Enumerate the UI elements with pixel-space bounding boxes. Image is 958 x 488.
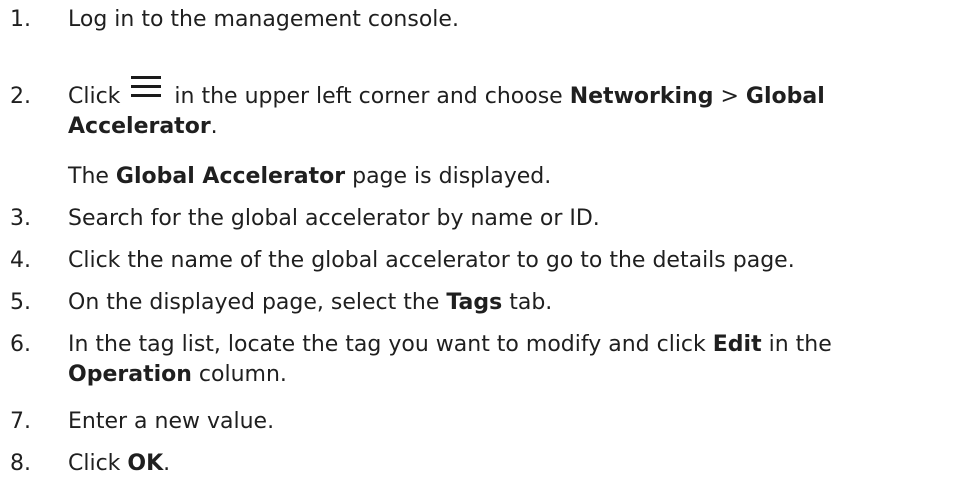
step-text: On the displayed page, select the Tags t…: [68, 290, 553, 315]
step-number: 6.: [10, 332, 31, 357]
step-text: Enter a new value.: [68, 409, 275, 434]
menu-networking: Networking: [569, 84, 714, 109]
tags-tab-label: Tags: [446, 290, 503, 315]
step-number: 3.: [10, 206, 31, 231]
step-text: Click in the upper left corner and choos…: [68, 76, 948, 142]
step-text: Search for the global accelerator by nam…: [68, 206, 600, 231]
step-number: 7.: [10, 409, 31, 434]
step-text: Click OK.: [68, 451, 171, 476]
step-number: 1.: [10, 7, 31, 32]
ok-label: OK: [127, 451, 164, 476]
step-number: 5.: [10, 290, 31, 315]
step-text: Click the name of the global accelerator…: [68, 248, 795, 273]
step-number: 2.: [10, 84, 31, 109]
hamburger-menu-icon: [131, 76, 162, 98]
menu-accelerator: Accelerator: [68, 114, 211, 139]
step-number: 8.: [10, 451, 31, 476]
step-text: Log in to the management console.: [68, 7, 459, 32]
step-number: 4.: [10, 248, 31, 273]
step-2-result: The Global Accelerator page is displayed…: [68, 164, 552, 189]
menu-global: Global: [745, 84, 825, 109]
operation-column-label: Operation: [68, 362, 192, 387]
edit-label: Edit: [712, 332, 762, 357]
step-text: In the tag list, locate the tag you want…: [68, 332, 832, 387]
